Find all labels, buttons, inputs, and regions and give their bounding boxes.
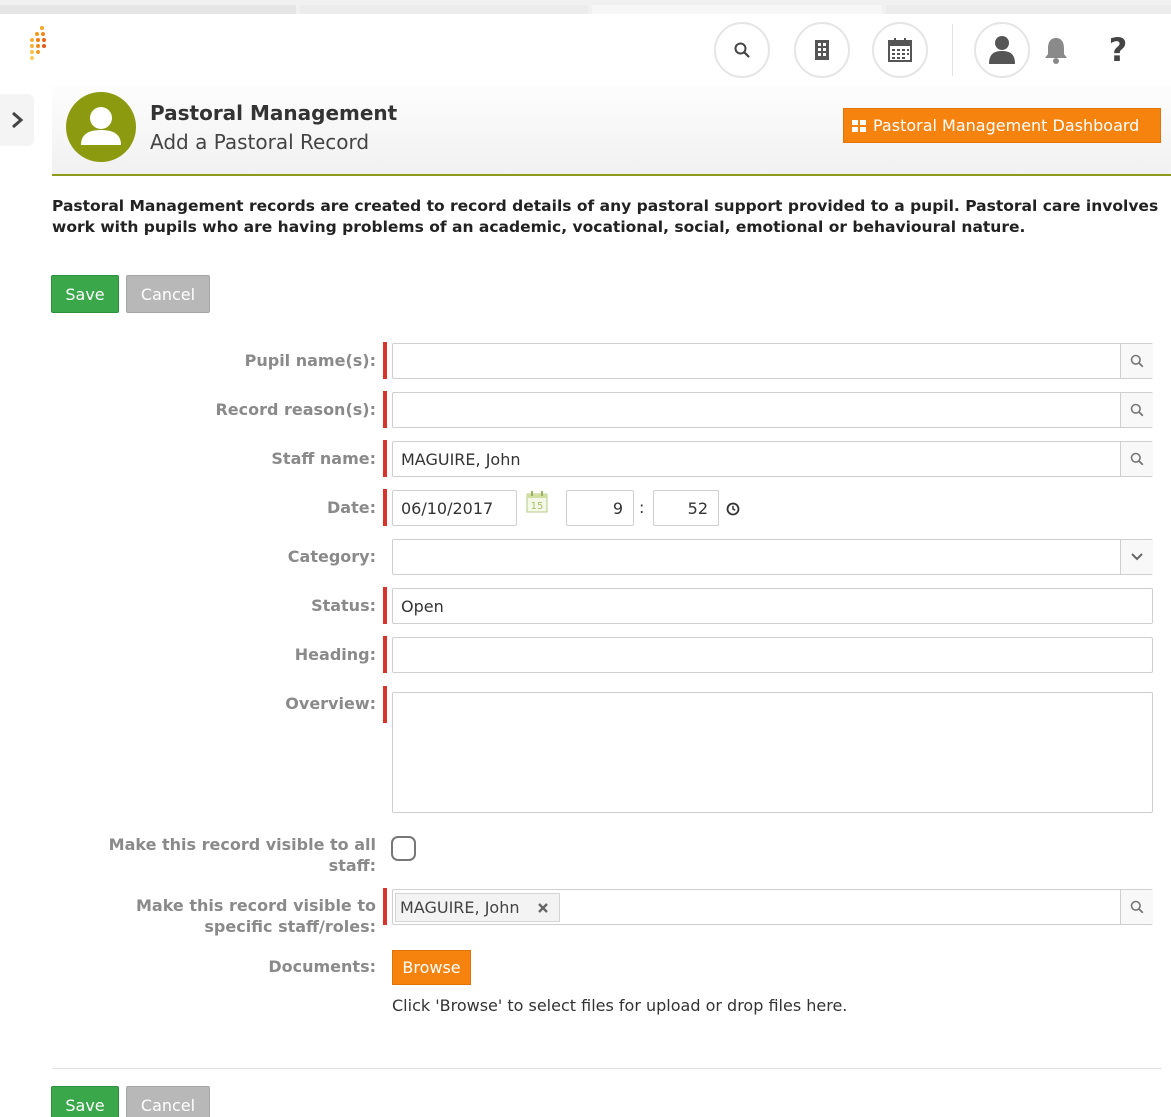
- record-reasons-label: Record reason(s):: [215, 400, 376, 419]
- close-icon: [538, 902, 549, 913]
- required-indicator: [383, 391, 387, 428]
- calendar-picker-button[interactable]: 15: [525, 490, 549, 514]
- dashboard-button[interactable]: Pastoral Management Dashboard: [843, 108, 1161, 143]
- chevron-down-icon: [1131, 553, 1143, 561]
- date-input[interactable]: 06/10/2017: [392, 490, 517, 526]
- cancel-button-bottom[interactable]: Cancel: [126, 1086, 210, 1117]
- required-indicator: [383, 636, 387, 673]
- time-picker-button[interactable]: [726, 501, 740, 516]
- toolbar-separator: [952, 24, 953, 76]
- user-icon: [81, 107, 121, 145]
- bell-icon: [1045, 38, 1067, 64]
- staff-name-input[interactable]: MAGUIRE, John: [392, 441, 1153, 477]
- visible-specific-label: Make this record visible to specific sta…: [46, 895, 376, 937]
- dashboard-grid-icon: [852, 119, 867, 132]
- staff-name-lookup-button[interactable]: [1120, 442, 1153, 476]
- notifications-button[interactable]: [1036, 30, 1076, 70]
- category-select[interactable]: [392, 539, 1153, 575]
- clock-icon: [726, 502, 740, 516]
- visible-specific-lookup-button[interactable]: [1120, 890, 1153, 924]
- chevron-right-icon: [12, 111, 24, 129]
- required-indicator: [383, 342, 387, 379]
- search-icon: [1130, 452, 1144, 466]
- visible-all-label: Make this record visible to all staff:: [46, 834, 376, 876]
- selected-staff-chip: MAGUIRE, John: [395, 893, 561, 922]
- calendar-day: 15: [531, 501, 544, 512]
- search-button[interactable]: [714, 22, 770, 78]
- module-avatar: [66, 92, 136, 162]
- category-dropdown-button[interactable]: [1120, 540, 1153, 574]
- pupil-names-lookup-button[interactable]: [1120, 344, 1153, 378]
- upload-hint: Click 'Browse' to select files for uploa…: [392, 996, 848, 1015]
- minute-value: 52: [687, 498, 708, 518]
- required-indicator: [383, 440, 387, 477]
- save-button-bottom[interactable]: Save: [51, 1086, 119, 1117]
- documents-label: Documents:: [268, 957, 376, 976]
- user-icon: [989, 36, 1015, 64]
- hour-input[interactable]: 9: [566, 490, 634, 526]
- date-label: Date:: [327, 498, 376, 517]
- status-value: Open: [401, 596, 444, 616]
- overview-textarea[interactable]: [392, 692, 1153, 813]
- required-indicator: [383, 888, 387, 925]
- required-indicator: [383, 587, 387, 624]
- help-icon: ?: [1108, 31, 1128, 69]
- browser-tab[interactable]: [886, 5, 1171, 14]
- date-value: 06/10/2017: [401, 498, 494, 518]
- minute-input[interactable]: 52: [653, 490, 719, 526]
- record-reasons-lookup-button[interactable]: [1120, 393, 1153, 427]
- visible-specific-label-line2: specific staff/roles:: [204, 917, 376, 936]
- staff-name-label: Staff name:: [271, 449, 376, 468]
- building-icon: [815, 40, 829, 60]
- profile-button[interactable]: [974, 22, 1030, 78]
- page-subtitle: Add a Pastoral Record: [150, 130, 370, 154]
- app-logo[interactable]: [26, 26, 50, 62]
- browse-button[interactable]: Browse: [392, 950, 471, 985]
- time-separator: :: [639, 498, 645, 517]
- search-icon: [734, 42, 750, 58]
- visible-all-label-line2: staff:: [328, 856, 376, 875]
- search-icon: [1130, 403, 1144, 417]
- visible-all-checkbox[interactable]: [391, 836, 416, 861]
- overview-label: Overview:: [285, 694, 376, 713]
- chip-label: MAGUIRE, John: [400, 898, 520, 917]
- heading-input[interactable]: [392, 637, 1153, 673]
- browser-tab-active[interactable]: [592, 5, 882, 14]
- browser-tab[interactable]: [0, 5, 296, 14]
- required-indicator: [383, 489, 387, 526]
- help-button[interactable]: ?: [1098, 30, 1138, 70]
- hour-value: 9: [612, 498, 623, 518]
- status-select[interactable]: Open: [392, 588, 1153, 624]
- visible-specific-label-line1: Make this record visible to: [135, 896, 376, 915]
- search-icon: [1130, 900, 1144, 914]
- heading-label: Heading:: [294, 645, 376, 664]
- visible-all-label-line1: Make this record visible to all: [108, 835, 376, 854]
- record-reasons-input[interactable]: [392, 392, 1153, 428]
- calendar-icon: 15: [526, 491, 548, 513]
- pupil-names-label: Pupil name(s):: [244, 351, 376, 370]
- form-divider: [52, 1068, 1162, 1069]
- required-indicator: [383, 686, 387, 723]
- sidebar-expand-toggle[interactable]: [0, 94, 34, 146]
- pupil-names-input[interactable]: [392, 343, 1153, 379]
- staff-name-value: MAGUIRE, John: [401, 449, 521, 469]
- dashboard-button-label: Pastoral Management Dashboard: [873, 116, 1140, 135]
- search-icon: [1130, 354, 1144, 368]
- calendar-button[interactable]: [872, 22, 928, 78]
- remove-chip-button[interactable]: [537, 902, 549, 914]
- page-description: Pastoral Management records are created …: [52, 197, 1159, 236]
- page-title: Pastoral Management: [150, 101, 398, 125]
- school-button[interactable]: [794, 22, 850, 78]
- save-button[interactable]: Save: [51, 275, 119, 313]
- cancel-button[interactable]: Cancel: [126, 275, 210, 313]
- calendar-icon: [888, 38, 912, 62]
- status-label: Status:: [311, 596, 376, 615]
- browser-tab[interactable]: [300, 5, 588, 14]
- category-label: Category:: [287, 547, 376, 566]
- browser-tab-strip: [0, 0, 1171, 14]
